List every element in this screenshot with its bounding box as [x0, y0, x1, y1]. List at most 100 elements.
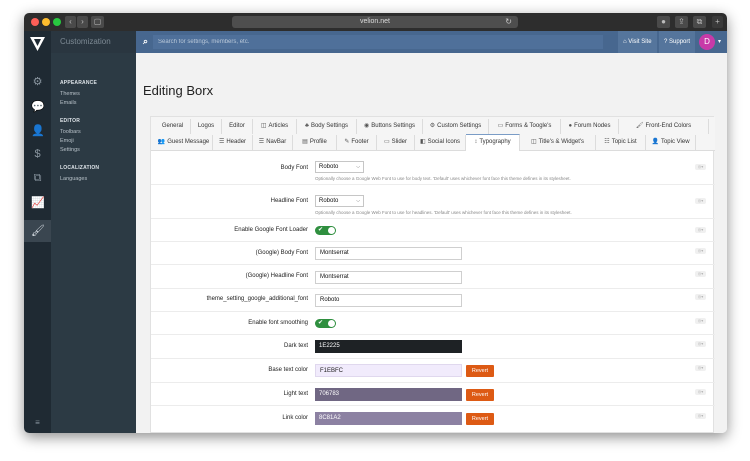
- headline-font-select[interactable]: Roboto ⌵: [315, 195, 364, 207]
- setting-label: Dark text: [283, 343, 308, 349]
- light-text-color-field[interactable]: 706783: [315, 388, 462, 401]
- logo-icon[interactable]: [30, 37, 45, 51]
- main-content: Editing Borx General Logos Editor ◫ Artic…: [136, 53, 727, 433]
- info-icon[interactable]: ●: [657, 16, 670, 28]
- google-headline-font-input[interactable]: Montserrat: [315, 271, 462, 284]
- tab-profile[interactable]: ▤ Profile: [293, 135, 337, 150]
- tab-topic-list[interactable]: ☷ Topic List: [596, 135, 646, 150]
- setting-checkbox[interactable]: ◎▾: [695, 389, 706, 395]
- tabs-icon[interactable]: ⧉: [693, 16, 706, 28]
- copy-icon[interactable]: ⧉: [31, 172, 44, 184]
- tab-titles-widgets[interactable]: ◫ Title's & Widget's: [520, 135, 596, 150]
- share-icon[interactable]: ⇪: [675, 16, 688, 28]
- tab-label: Guest Message: [167, 139, 210, 145]
- tab-typography[interactable]: ↕ Typography: [466, 134, 520, 151]
- revert-button[interactable]: Revert: [466, 365, 494, 377]
- comments-icon: ●: [568, 123, 573, 129]
- tab-slider[interactable]: ▭ Slider: [377, 135, 415, 150]
- setting-checkbox[interactable]: ◎▾: [695, 365, 706, 371]
- sidebar-item-emails[interactable]: Emails: [60, 100, 77, 106]
- tab-bar: General Logos Editor ◫ Articles ♣ Body Set…: [151, 117, 715, 151]
- brush-icon[interactable]: 🖌: [31, 225, 45, 237]
- tab-forms-toggles[interactable]: ▭ Forms & Toogle's: [489, 119, 561, 134]
- check-icon: ✔: [318, 227, 324, 233]
- sidebar-item-languages[interactable]: Languages: [60, 176, 87, 182]
- zoom-window-button[interactable]: [53, 18, 61, 26]
- avatar[interactable]: D: [699, 34, 715, 50]
- revert-button[interactable]: Revert: [466, 413, 494, 425]
- setting-checkbox[interactable]: ◎▾: [695, 413, 706, 419]
- setting-label: (Google) Headline Font: [245, 273, 308, 279]
- tab-label: Forms & Toogle's: [505, 123, 552, 129]
- visit-site-label: Visit Site: [628, 39, 652, 45]
- select-value: Roboto: [319, 164, 339, 170]
- tab-buttons-settings[interactable]: ◉ Buttons Settings: [357, 119, 423, 134]
- url-text: velion.net: [360, 18, 390, 25]
- new-tab-icon[interactable]: +: [712, 16, 723, 28]
- tab-body-settings[interactable]: ♣ Body Settings: [297, 119, 357, 134]
- reload-icon[interactable]: ↻: [505, 16, 512, 28]
- tab-editor[interactable]: Editor: [222, 119, 253, 134]
- setting-checkbox[interactable]: ◎▾: [695, 248, 706, 254]
- setting-hint: Optionally choose a Google Web Font to u…: [315, 210, 572, 215]
- setting-checkbox[interactable]: ◎▾: [695, 198, 706, 204]
- tab-forum-nodes[interactable]: ● Forum Nodes: [561, 119, 619, 134]
- support-link[interactable]: ? Support: [659, 31, 696, 53]
- address-bar[interactable]: velion.net ↻: [232, 16, 518, 28]
- sidebar-section-appearance: APPEARANCE: [60, 80, 98, 86]
- tab-guest-message[interactable]: 👥 Guest Message: [155, 135, 213, 150]
- font-smoothing-toggle[interactable]: ✔: [315, 319, 336, 328]
- setting-checkbox[interactable]: ◎▾: [695, 271, 706, 277]
- tab-footer[interactable]: ✎ Footer: [337, 135, 377, 150]
- google-loader-toggle[interactable]: ✔: [315, 226, 336, 235]
- close-window-button[interactable]: [31, 18, 39, 26]
- google-body-font-input[interactable]: Montserrat: [315, 247, 462, 260]
- setting-row-link-color: Link color 8C81A2 Revert ◎▾: [151, 406, 715, 430]
- chevron-down-icon[interactable]: ▾: [718, 38, 721, 45]
- additional-font-input[interactable]: Roboto: [315, 294, 462, 307]
- setting-row-font-smoothing: Enable font smoothing ✔ ◎▾: [151, 312, 715, 335]
- tab-navbar[interactable]: ☰ NavBar: [253, 135, 293, 150]
- tab-label: Title's & Widget's: [538, 139, 585, 145]
- search-input[interactable]: [153, 35, 603, 49]
- tab-logos[interactable]: Logos: [191, 119, 222, 134]
- visit-site-link[interactable]: ⌂ Visit Site: [618, 31, 657, 53]
- back-icon[interactable]: ‹: [65, 16, 76, 28]
- sidebar-item-themes[interactable]: Themes: [60, 91, 80, 97]
- user-icon[interactable]: 👤: [31, 125, 45, 137]
- chart-icon[interactable]: 📈: [31, 197, 45, 209]
- tab-general[interactable]: General: [155, 119, 191, 134]
- bars-icon: ☰: [258, 139, 265, 145]
- gears-icon[interactable]: ⚙: [31, 76, 44, 88]
- setting-checkbox[interactable]: ◎▾: [695, 341, 706, 347]
- collapse-icon[interactable]: ≡: [31, 417, 44, 429]
- minimize-window-button[interactable]: [42, 18, 50, 26]
- toggle-knob: [328, 227, 335, 234]
- dollar-icon[interactable]: $: [31, 148, 44, 160]
- body-font-select[interactable]: Roboto ⌵: [315, 161, 364, 173]
- tab-header[interactable]: ☰ Header: [213, 135, 253, 150]
- setting-checkbox[interactable]: ◎▾: [695, 294, 706, 300]
- setting-checkbox[interactable]: ◎▾: [695, 318, 706, 324]
- tab-label: Custom Settings: [437, 123, 482, 129]
- tab-front-end-colors[interactable]: 🖌 Front-End Colors: [619, 119, 709, 134]
- link-color-field[interactable]: 8C81A2: [315, 412, 462, 425]
- setting-checkbox[interactable]: ◎▾: [695, 164, 706, 170]
- sidebar-item-settings[interactable]: Settings: [60, 147, 80, 153]
- setting-checkbox[interactable]: ◎▾: [695, 227, 706, 233]
- tab-topic-view[interactable]: 👤 Topic View: [646, 135, 696, 150]
- base-text-color-field[interactable]: F1EBFC: [315, 364, 462, 377]
- tab-custom-settings[interactable]: ⚙ Custom Settings: [423, 119, 489, 134]
- revert-button[interactable]: Revert: [466, 389, 494, 401]
- setting-row-base-text-color: Base text color F1EBFC Revert ◎▾: [151, 359, 715, 383]
- sidebar-item-toolbars[interactable]: Toolbars: [60, 129, 81, 135]
- sidebar-item-emoji[interactable]: Emoji: [60, 138, 74, 144]
- forward-icon[interactable]: ›: [77, 16, 88, 28]
- tab-articles[interactable]: ◫ Articles: [253, 119, 297, 134]
- setting-label: Link color: [282, 415, 308, 421]
- pencil-icon: ✎: [344, 139, 350, 145]
- dark-text-color-field[interactable]: 1E2225: [315, 340, 462, 353]
- tab-social-icons[interactable]: ◧ Social Icons: [415, 135, 466, 150]
- chat-icon[interactable]: 💬: [31, 101, 45, 113]
- sidebar-toggle-icon[interactable]: ▢: [91, 16, 104, 28]
